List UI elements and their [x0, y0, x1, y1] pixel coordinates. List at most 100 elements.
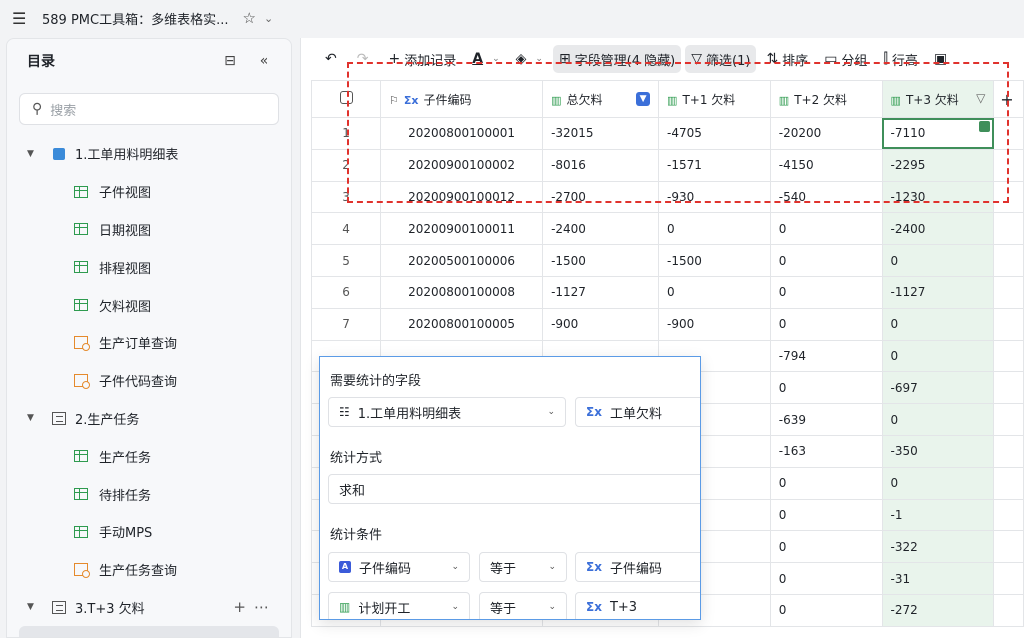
redo-button[interactable]: ↷	[351, 45, 379, 73]
condition1-field-select[interactable]: A 子件编码 ⌄	[328, 552, 470, 582]
select-all-checkbox[interactable]	[339, 91, 353, 104]
column-header-total[interactable]: ▥ 总欠料 ▼	[542, 80, 660, 118]
hamburger-menu-icon[interactable]: ☰	[12, 9, 34, 28]
condition2-field-select[interactable]: ▥ 计划开工 ⌄	[328, 592, 470, 619]
column-header-t1[interactable]: ▥ T+1 欠料	[658, 80, 771, 118]
cell-t3[interactable]: -1230	[881, 180, 995, 214]
cell-total[interactable]: -1127	[542, 275, 660, 309]
cell-t2[interactable]: -639	[769, 403, 883, 436]
collapse-sidebar-icon[interactable]: «	[251, 53, 277, 69]
table-row[interactable]: 1 20200800100001 -32015 -4705 -20200 -7110	[310, 117, 1024, 150]
expand-arrow-icon[interactable]: ▼	[27, 602, 41, 612]
cell-t1[interactable]: -900	[658, 307, 771, 341]
cell-code[interactable]: 20200800100001	[380, 117, 544, 150]
expand-arrow-icon[interactable]: ▼	[27, 149, 41, 159]
group-button[interactable]: ▭ 分组	[818, 45, 873, 73]
cell-total[interactable]: -32015	[542, 117, 660, 150]
expand-arrow-icon[interactable]: ▼	[27, 413, 41, 423]
sidebar-item[interactable]: 子件代码查询	[7, 362, 291, 400]
cell-t3[interactable]: 0	[881, 403, 995, 436]
sidebar-group[interactable]: ▼ 2.生产任务	[7, 400, 291, 438]
cell-t3[interactable]: 0	[881, 307, 995, 341]
filter-button[interactable]: ▽ 筛选(1)	[685, 45, 757, 73]
column-header-code[interactable]: ⚐ Σx 子件编码	[380, 80, 544, 118]
add-record-button[interactable]: + 添加记录	[382, 45, 462, 73]
source-field-select[interactable]: Σx 工单欠料	[575, 397, 700, 427]
cell-t3[interactable]: -7110	[881, 117, 995, 150]
cell-total[interactable]: -2400	[542, 212, 660, 246]
table-row[interactable]: 7 20200800100005 -900 -900 0 0	[310, 307, 1024, 341]
source-table-select[interactable]: ☷ 1.工单用料明细表 ⌄	[328, 397, 566, 427]
cell-t2[interactable]: 0	[769, 275, 883, 309]
condition2-value-field[interactable]: Σx T+3	[575, 592, 700, 619]
cell-t3[interactable]: -1127	[881, 275, 995, 309]
row-height-button[interactable]: ⫿ 行高	[877, 45, 924, 73]
cell-t1[interactable]: -1571	[658, 148, 771, 182]
method-select[interactable]: 求和	[328, 474, 700, 504]
sidebar-group[interactable]: ▼ 3.T+3 欠料 +⋯	[7, 589, 291, 627]
panel-icon[interactable]: ⊟	[217, 53, 243, 69]
condition1-value-field[interactable]: Σx 子件编码	[575, 552, 700, 582]
cell-t2[interactable]: 0	[769, 212, 883, 246]
star-icon[interactable]: ☆	[242, 9, 255, 27]
cell-t3[interactable]: -697	[881, 371, 995, 405]
sidebar-search-input[interactable]: ⚲ 搜索	[19, 93, 279, 125]
cell-t3[interactable]: 0	[881, 466, 995, 500]
cell-t2[interactable]: 0	[769, 498, 883, 532]
undo-button[interactable]: ↶	[319, 45, 347, 73]
cell-t1[interactable]: -930	[658, 180, 771, 214]
sidebar-item[interactable]: 生产任务	[7, 437, 291, 475]
filter-active-icon[interactable]: ▼	[636, 91, 651, 106]
cell-t3[interactable]: -350	[881, 434, 995, 468]
table-row[interactable]: 4 20200900100011 -2400 0 0 -2400	[310, 212, 1024, 246]
table-row[interactable]: 2 20200900100002 -8016 -1571 -4150 -2295	[310, 148, 1024, 182]
sidebar-item[interactable]: 欠料视图	[7, 286, 291, 324]
cell-t2[interactable]: -163	[769, 434, 883, 468]
column-header-t3[interactable]: ▥ T+3 欠料 ▽	[881, 80, 995, 118]
cell-total[interactable]: -1500	[542, 244, 660, 277]
cell-t1[interactable]: 0	[658, 275, 771, 309]
select-all-cell[interactable]	[310, 80, 382, 118]
sidebar-item[interactable]: 生产订单查询	[7, 324, 291, 362]
cell-t2[interactable]: -20200	[769, 117, 883, 150]
cell-code[interactable]: 20200800100008	[380, 275, 544, 309]
sidebar-item[interactable]: 表格视图⋯	[19, 626, 279, 637]
cell-total[interactable]: -2700	[542, 180, 660, 214]
condition2-operator-select[interactable]: 等于 ⌄	[479, 592, 567, 619]
cell-code[interactable]: 20200900100002	[380, 148, 544, 182]
cell-t2[interactable]: 0	[769, 371, 883, 405]
group-actions-icon[interactable]: +⋯	[233, 598, 277, 616]
cell-code[interactable]: 20200900100012	[380, 180, 544, 214]
cell-t3[interactable]: -31	[881, 562, 995, 595]
cell-t1[interactable]: -1500	[658, 244, 771, 277]
fill-color-button[interactable]: ◈ ⌄	[510, 45, 549, 73]
cell-t3[interactable]: -2400	[881, 212, 995, 246]
expand-record-icon[interactable]	[979, 121, 991, 132]
cell-total[interactable]: -900	[542, 307, 660, 341]
cell-code[interactable]: 20200500100006	[380, 244, 544, 277]
cell-t2[interactable]: 0	[769, 530, 883, 564]
chevron-down-icon[interactable]: ⌄	[264, 12, 273, 25]
sort-button[interactable]: ⇅ 排序	[760, 45, 814, 73]
sidebar-item[interactable]: 生产任务查询	[7, 551, 291, 589]
cell-t3[interactable]: -322	[881, 530, 995, 564]
column-header-t2[interactable]: ▥ T+2 欠料	[769, 80, 883, 118]
cell-code[interactable]: 20200900100011	[380, 212, 544, 246]
condition1-operator-select[interactable]: 等于 ⌄	[479, 552, 567, 582]
cell-t2[interactable]: 0	[769, 244, 883, 277]
cell-t2[interactable]: 0	[769, 593, 883, 627]
cell-t3[interactable]: 0	[881, 339, 995, 373]
cell-t3[interactable]: -2295	[881, 148, 995, 182]
cell-t3[interactable]: -272	[881, 593, 995, 627]
cell-t2[interactable]: 0	[769, 307, 883, 341]
add-column-button[interactable]: +	[993, 80, 1024, 118]
cell-t2[interactable]: -794	[769, 339, 883, 373]
more-tool-button[interactable]: ▣	[928, 45, 957, 73]
table-row[interactable]: 5 20200500100006 -1500 -1500 0 0	[310, 244, 1024, 277]
field-manage-button[interactable]: ⊞ 字段管理(4 隐藏)	[552, 45, 682, 73]
cell-t2[interactable]: -4150	[769, 148, 883, 182]
cell-t1[interactable]: -4705	[658, 117, 771, 150]
sidebar-item[interactable]: 日期视图	[7, 211, 291, 249]
text-color-button[interactable]: A ⌄	[466, 45, 505, 73]
sidebar-item[interactable]: 待排任务	[7, 475, 291, 513]
